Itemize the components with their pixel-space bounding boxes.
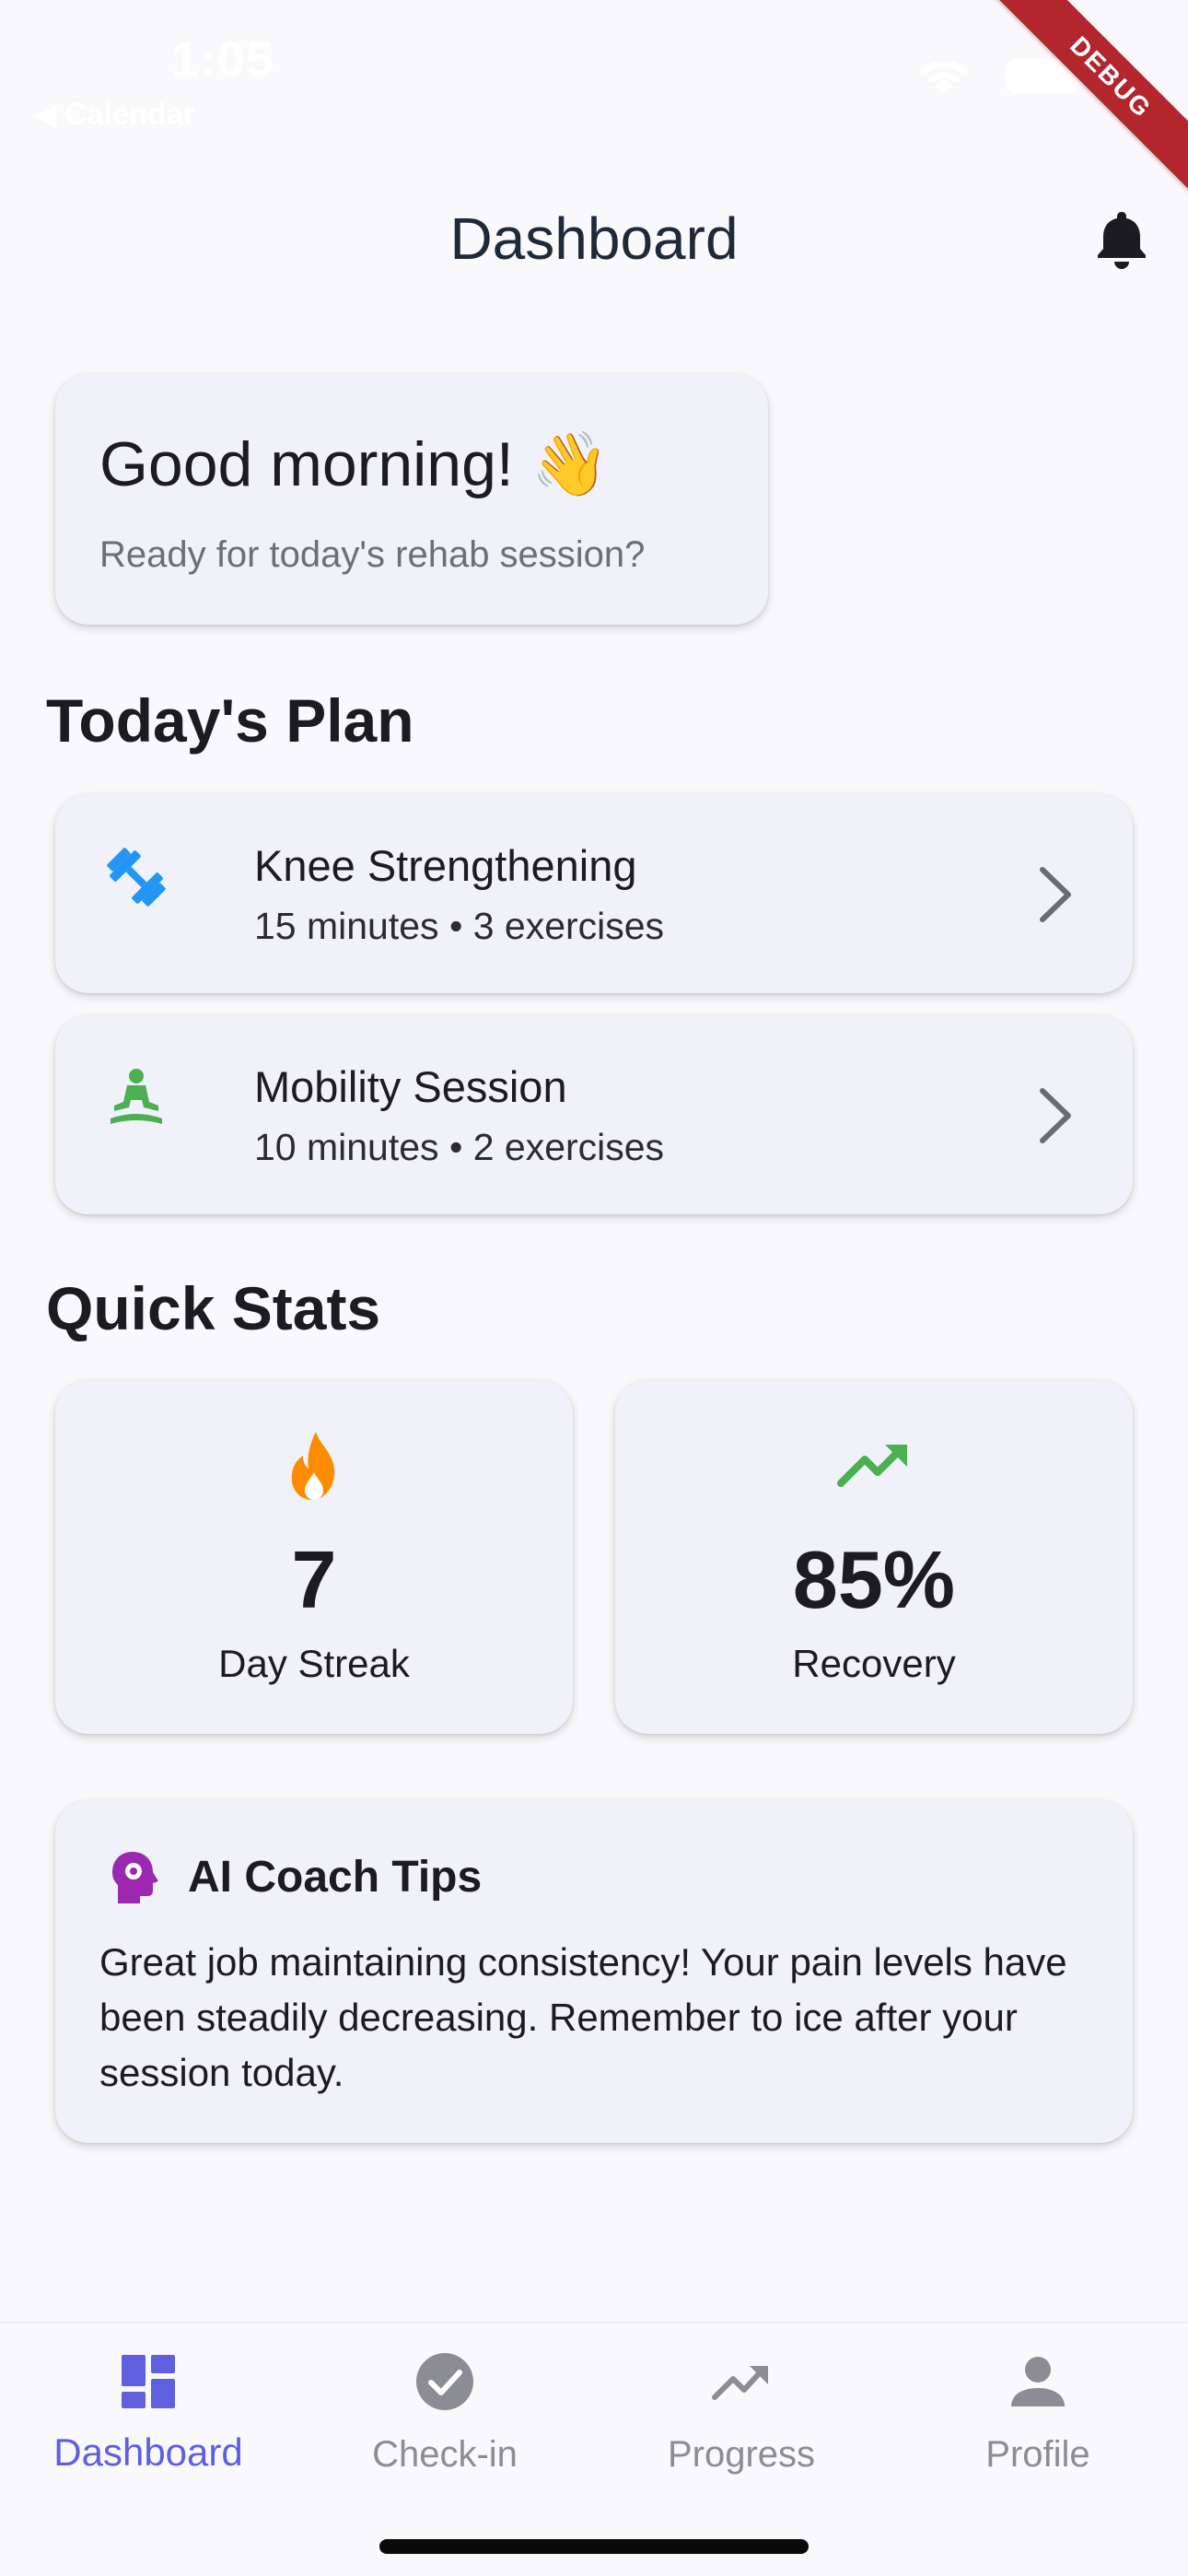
stat-card-recovery: 85% Recovery [615,1380,1133,1734]
trending-up-icon [837,1445,907,1487]
ai-coach-tips-card: AI Coach Tips Great job maintaining cons… [55,1800,1133,2143]
trending-up-icon [712,2366,768,2400]
check-circle-icon [416,2353,473,2410]
plan-item-subtitle: 10 minutes • 2 exercises [254,1126,665,1168]
greeting-subtitle: Ready for today's rehab session? [99,534,646,575]
quick-stats-heading: Quick Stats [46,1274,381,1342]
app-screen: 1:05 ◀ Calendar DEBUG Dashboard Good mor… [0,0,1188,2576]
nav-label: Profile [985,2434,1090,2475]
nav-item-progress[interactable]: Progress [593,2324,890,2508]
nav-label: Dashboard [53,2430,243,2474]
nav-label: Progress [667,2434,816,2475]
status-back-link[interactable]: ◀ Calendar [33,96,195,132]
plan-item-knee-strengthening[interactable]: Knee Strengthening 15 minutes • 3 exerci… [55,794,1133,993]
person-icon [1011,2357,1065,2406]
plan-item-subtitle: 15 minutes • 3 exercises [254,905,665,947]
plan-item-title: Knee Strengthening [254,841,637,890]
greeting-title: Good morning! 👋 [99,429,610,499]
stat-card-streak: 7 Day Streak [55,1380,573,1734]
nav-item-dashboard[interactable]: Dashboard [0,2324,297,2508]
coach-tips-body: Great job maintaining consistency! Your … [99,1940,1067,2094]
psychology-icon [112,1852,158,1903]
stat-value: 7 [291,1534,337,1625]
nav-item-check-in[interactable]: Check-in [297,2324,593,2508]
home-indicator[interactable] [379,2539,809,2554]
dashboard-icon [122,2355,175,2408]
greeting-card: Good morning! 👋 Ready for today's rehab … [55,374,768,625]
bottom-navigation-bar: Dashboard Check-in Progress Profile [0,2322,1188,2576]
chevron-right-icon [1040,1088,1071,1143]
debug-banner: DEBUG [983,0,1188,205]
nav-label: Check-in [372,2434,518,2475]
todays-plan-heading: Today's Plan [46,686,414,755]
page-title: Dashboard [449,205,739,272]
coach-tips-title: AI Coach Tips [188,1853,483,1902]
plan-item-mobility-session[interactable]: Mobility Session 10 minutes • 2 exercise… [55,1015,1133,1214]
status-icons [915,57,1079,96]
stat-value: 85% [792,1534,956,1625]
wifi-icon [920,60,968,94]
chevron-right-icon [1040,867,1071,922]
nav-item-profile[interactable]: Profile [890,2324,1186,2508]
plan-item-title: Mobility Session [254,1062,567,1111]
dumbbell-icon [107,848,166,907]
status-time: 1:05 [171,32,275,88]
stat-label: Day Streak [218,1642,410,1685]
fire-icon [291,1432,335,1500]
stat-label: Recovery [792,1642,956,1685]
meditation-icon [111,1069,162,1124]
notifications-bell-icon[interactable] [1094,208,1149,269]
